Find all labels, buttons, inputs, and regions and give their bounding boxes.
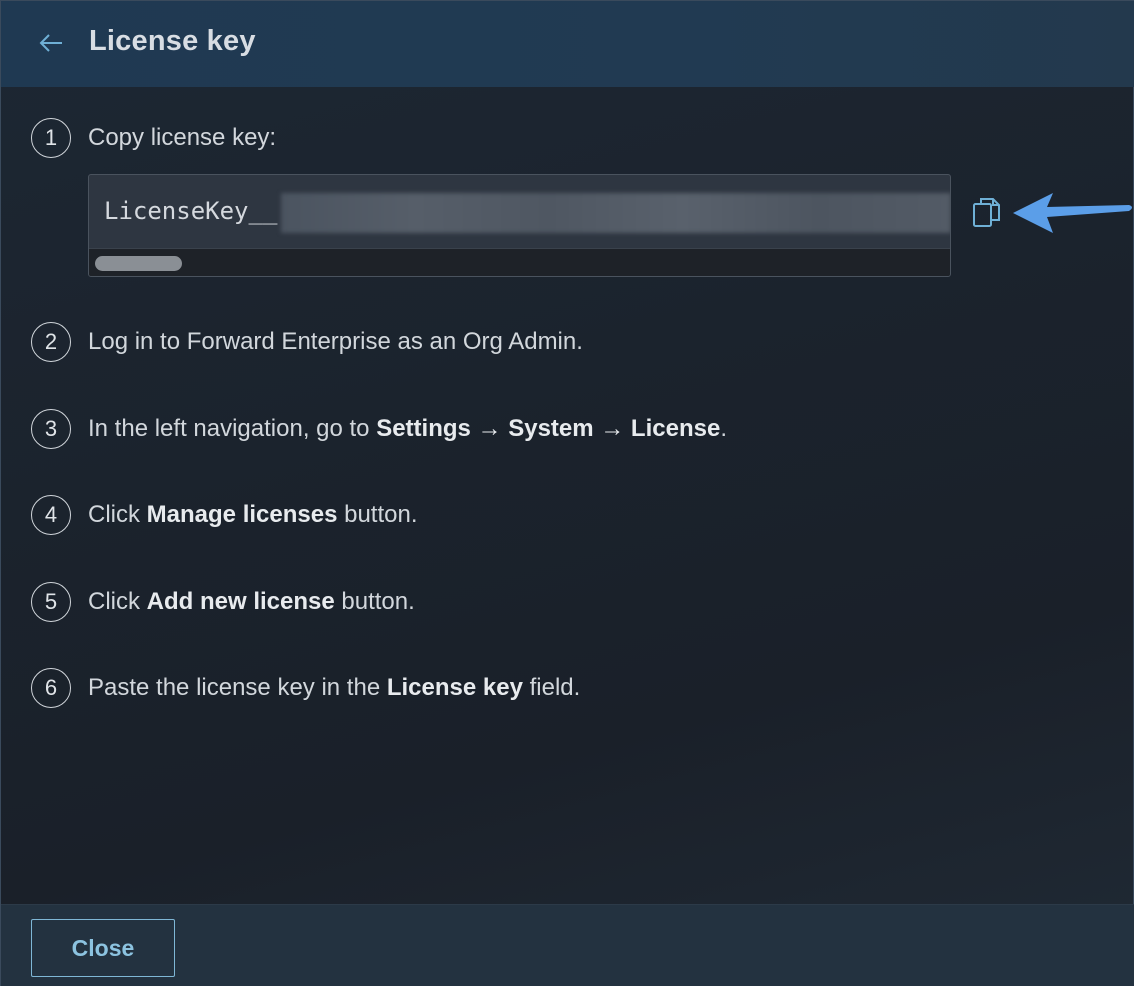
step-text: Copy license key:	[88, 124, 277, 151]
horizontal-scrollbar[interactable]	[89, 248, 950, 276]
step-number: 2	[31, 322, 71, 362]
step-text: Paste the license key in the License key…	[88, 674, 581, 701]
step-number: 6	[31, 668, 71, 708]
step-4: 4 Click Manage licenses button.	[31, 495, 418, 535]
step-text: In the left navigation, go to Settings →…	[88, 415, 727, 442]
close-button[interactable]: Close	[31, 919, 175, 977]
dialog-header: License key	[1, 1, 1134, 87]
scrollbar-thumb[interactable]	[95, 256, 182, 271]
step-text: Click Manage licenses button.	[88, 501, 418, 528]
step-number: 3	[31, 409, 71, 449]
step-5: 5 Click Add new license button.	[31, 582, 415, 622]
arrow-left-icon	[39, 34, 62, 52]
step-number: 4	[31, 495, 71, 535]
step-6: 6 Paste the license key in the License k…	[31, 668, 580, 708]
step-3: 3 In the left navigation, go to Settings…	[31, 409, 727, 449]
license-key-value[interactable]: LicenseKey__	[104, 197, 277, 225]
license-key-dialog: License key 1 Copy license key: LicenseK…	[0, 0, 1134, 986]
back-button[interactable]	[35, 27, 67, 59]
step-2: 2 Log in to Forward Enterprise as an Org…	[31, 322, 583, 362]
step-text: Log in to Forward Enterprise as an Org A…	[88, 328, 583, 355]
step-1: 1 Copy license key:	[31, 118, 276, 158]
step-text: Click Add new license button.	[88, 588, 415, 615]
step-number: 1	[31, 118, 71, 158]
annotation-arrow	[1013, 193, 1132, 233]
step-number: 5	[31, 582, 71, 622]
license-key-field[interactable]: LicenseKey__	[88, 174, 951, 277]
dialog-footer: Close	[1, 904, 1134, 986]
license-key-redacted	[281, 193, 950, 233]
copy-button[interactable]	[971, 194, 1003, 230]
copy-icon	[973, 198, 1000, 227]
dialog-title: License key	[89, 25, 256, 57]
